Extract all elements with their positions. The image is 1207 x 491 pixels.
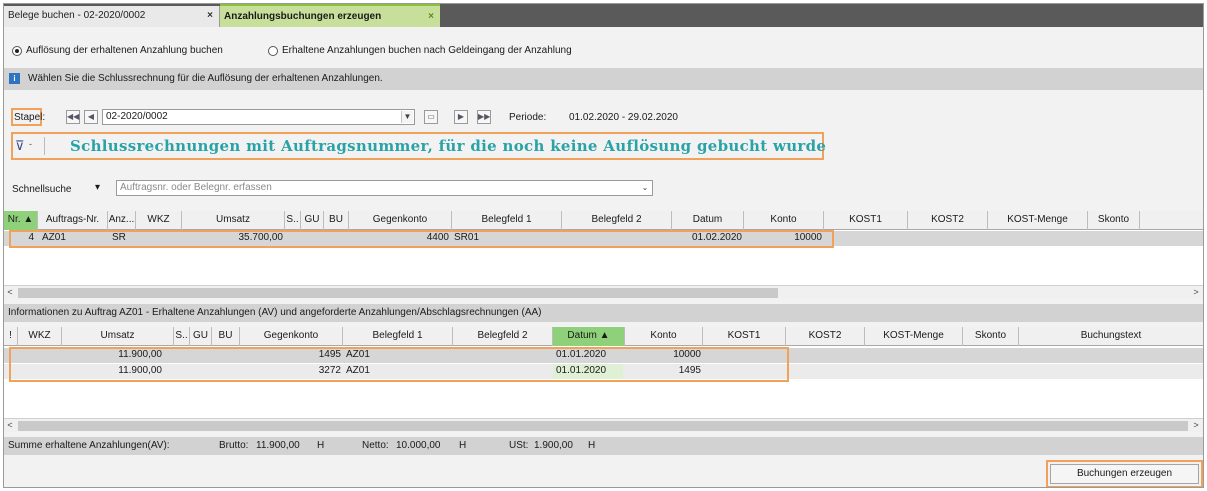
column-header[interactable]: Umsatz [62, 327, 174, 346]
first-record-button[interactable]: ◀◀ [66, 110, 80, 124]
chevron-down-icon[interactable]: ▼ [401, 111, 413, 123]
column-header[interactable]: Belegfeld 1 [343, 327, 453, 346]
section-title: Informationen zu Auftrag AZ01 - Erhalten… [8, 307, 542, 318]
stapel-select[interactable]: 02-2020/0002 ▼ [102, 109, 415, 125]
column-header[interactable]: Belegfeld 2 [562, 211, 672, 230]
stapel-label: Stapel: [14, 112, 46, 123]
column-header[interactable]: BU [324, 211, 349, 230]
rows-highlight [9, 347, 789, 382]
column-header[interactable]: KOST-Menge [865, 327, 963, 346]
brutto-value: 11.900,00 [256, 440, 300, 451]
schnellsuche-label: Schnellsuche [12, 184, 72, 195]
column-header[interactable]: KOST1 [824, 211, 908, 230]
scroll-left-icon[interactable]: < [4, 286, 16, 300]
info-message: Wählen Sie die Schlussrechnung für die A… [28, 73, 383, 84]
horizontal-scrollbar[interactable]: < > [4, 418, 1203, 432]
column-header[interactable]: S.. [174, 327, 190, 346]
column-header[interactable]: Auftrags-Nr. [38, 211, 108, 230]
column-header[interactable]: Skonto [1088, 211, 1140, 230]
column-header[interactable]: Anz... [108, 211, 136, 230]
column-header[interactable]: KOST2 [908, 211, 988, 230]
column-header[interactable]: WKZ [136, 211, 182, 230]
tab-label: Belege buchen - 02-2020/0002 [8, 10, 146, 21]
summary-bar: Summe erhaltene Anzahlungen(AV): Brutto:… [4, 437, 1203, 455]
anzahlungen-grid: ! WKZ Umsatz S.. GU BU Gegenkonto Belegf… [4, 327, 1203, 432]
tab-belege-buchen[interactable]: Belege buchen - 02-2020/0002 × [4, 6, 220, 27]
netto-value: 10.000,00 [396, 440, 441, 451]
column-header[interactable]: S.. [285, 211, 301, 230]
column-header[interactable]: GU [190, 327, 212, 346]
close-icon[interactable]: × [207, 6, 213, 26]
filter-icon[interactable]: ⊽ [15, 138, 25, 154]
grid-header: Nr. ▲ Auftrags-Nr. Anz... WKZ Umsatz S..… [4, 211, 1203, 230]
buchungen-erzeugen-button[interactable]: Buchungen erzeugen [1050, 464, 1199, 484]
filter-dropdown-icon[interactable]: - [29, 139, 32, 149]
column-header[interactable]: Konto [744, 211, 824, 230]
stapel-value: 02-2020/0002 [106, 111, 168, 122]
radio-geldeingang-label[interactable]: Erhaltene Anzahlungen buchen nach Geldei… [282, 45, 572, 56]
netto-unit: H [459, 440, 467, 451]
next-record-button[interactable]: ▶ [454, 110, 468, 124]
chevron-down-icon[interactable]: ⌄ [639, 182, 651, 194]
tab-label: Anzahlungsbuchungen erzeugen [224, 11, 382, 22]
brutto-unit: H [317, 440, 325, 451]
schnellsuche-dropdown-icon[interactable]: ▾ [95, 182, 100, 193]
prev-record-button[interactable]: ◀ [84, 110, 98, 124]
column-header[interactable]: Nr. ▲ [4, 211, 38, 230]
scrollbar-thumb[interactable] [18, 288, 778, 298]
info-icon: i [9, 73, 20, 84]
netto-label: Netto: [362, 440, 389, 451]
column-header[interactable]: Belegfeld 1 [452, 211, 562, 230]
scroll-right-icon[interactable]: > [1190, 286, 1202, 300]
column-header[interactable]: Buchungstext [1019, 327, 1203, 346]
column-header[interactable]: Skonto [963, 327, 1019, 346]
periode-value: 01.02.2020 - 29.02.2020 [569, 112, 678, 123]
column-header[interactable]: Belegfeld 2 [453, 327, 553, 346]
ust-value: 1.900,00 [534, 440, 573, 451]
ust-unit: H [588, 440, 596, 451]
close-icon[interactable]: × [428, 6, 434, 28]
column-header[interactable]: Konto [625, 327, 703, 346]
column-header[interactable]: ! [4, 327, 18, 346]
column-header[interactable]: WKZ [18, 327, 62, 346]
calendar-icon[interactable]: ▭ [424, 110, 438, 124]
column-header[interactable]: Gegenkonto [349, 211, 452, 230]
scroll-right-icon[interactable]: > [1190, 419, 1202, 433]
radio-geldeingang[interactable] [268, 46, 278, 56]
schnellsuche-placeholder: Auftragsnr. oder Belegnr. erfassen [120, 182, 272, 193]
tab-strip: Belege buchen - 02-2020/0002 × Anzahlung… [4, 4, 1203, 27]
separator [44, 137, 45, 155]
section-title-bar: Informationen zu Auftrag AZ01 - Erhalten… [4, 304, 1203, 322]
column-header[interactable]: Umsatz [182, 211, 285, 230]
filter-caption: Schlussrechnungen mit Auftragsnummer, fü… [70, 137, 827, 155]
column-header[interactable]: Gegenkonto [240, 327, 343, 346]
brutto-label: Brutto: [219, 440, 249, 451]
horizontal-scrollbar[interactable]: < > [4, 285, 1203, 299]
column-header[interactable]: GU [301, 211, 324, 230]
column-header[interactable]: Datum ▲ [553, 327, 625, 346]
last-record-button[interactable]: ▶▶ [477, 110, 491, 124]
schlussrechnungen-grid: Nr. ▲ Auftrags-Nr. Anz... WKZ Umsatz S..… [4, 211, 1203, 299]
ust-label: USt: [509, 440, 529, 451]
tab-anzahlungsbuchungen[interactable]: Anzahlungsbuchungen erzeugen × [220, 4, 440, 27]
periode-label: Periode: [509, 112, 547, 123]
radio-aufloesung[interactable] [12, 46, 22, 56]
column-header[interactable]: BU [212, 327, 240, 346]
column-header[interactable]: Datum [672, 211, 744, 230]
schnellsuche-input[interactable]: Auftragsnr. oder Belegnr. erfassen ⌄ [116, 180, 653, 196]
scrollbar-thumb[interactable] [18, 421, 1188, 431]
column-header[interactable]: KOST1 [703, 327, 786, 346]
row-highlight [9, 230, 834, 248]
summary-label: Summe erhaltene Anzahlungen(AV): [8, 440, 170, 451]
scroll-left-icon[interactable]: < [4, 419, 16, 433]
radio-aufloesung-label[interactable]: Auflösung der erhaltenen Anzahlung buche… [26, 45, 223, 56]
info-bar: i Wählen Sie die Schlussrechnung für die… [4, 68, 1203, 90]
application-window: Belege buchen - 02-2020/0002 × Anzahlung… [3, 3, 1204, 488]
column-header[interactable]: KOST2 [786, 327, 865, 346]
grid-header: ! WKZ Umsatz S.. GU BU Gegenkonto Belegf… [4, 327, 1203, 346]
column-header[interactable]: KOST-Menge [988, 211, 1088, 230]
